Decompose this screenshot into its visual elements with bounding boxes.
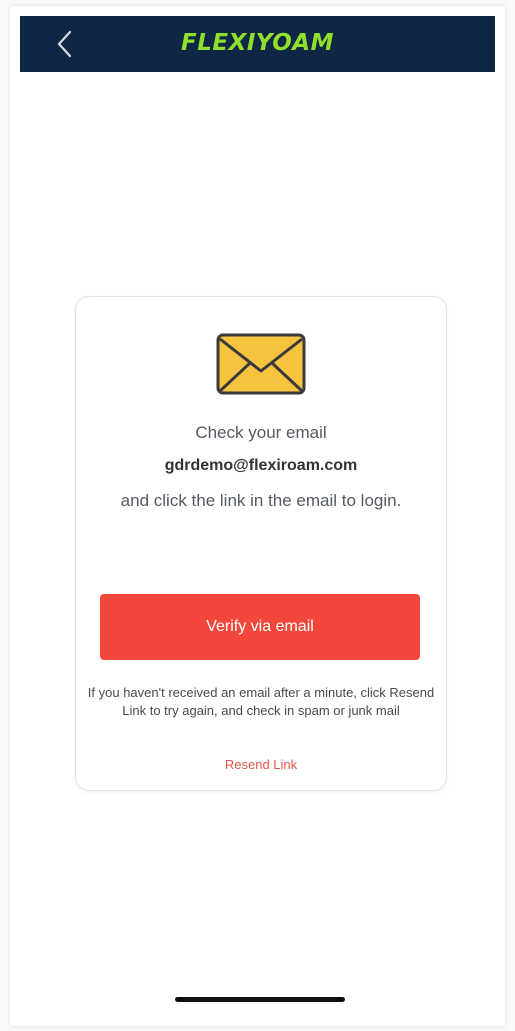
home-indicator[interactable]: [175, 997, 345, 1002]
email-address: gdrdemo@flexiroam.com: [164, 457, 358, 474]
brand-logo: FLEXIYOAM: [181, 30, 334, 56]
app-header: FLEXIYOAM: [20, 16, 495, 72]
page: FLEXIYOAM Check your email gdrdemo@flexi…: [0, 0, 515, 1031]
verify-via-email-button[interactable]: Verify via email: [100, 594, 420, 660]
check-email-text: Check your email: [195, 423, 327, 442]
resend-link[interactable]: Resend Link: [76, 757, 446, 772]
instruction-text: and click the link in the email to login…: [120, 491, 402, 510]
envelope-icon: [216, 333, 306, 395]
verify-email-card: Check your email gdrdemo@flexiroam.com a…: [75, 296, 447, 791]
resend-note: If you haven't received an email after a…: [87, 685, 435, 718]
